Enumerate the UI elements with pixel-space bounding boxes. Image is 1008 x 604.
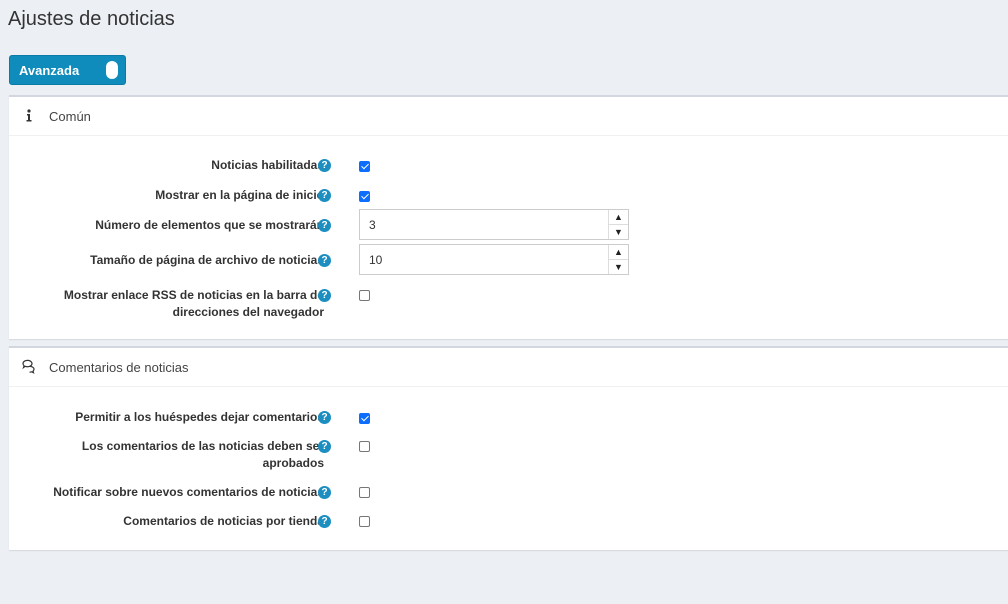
comments-card-header[interactable]: Comentarios de noticias xyxy=(9,348,1008,387)
comments-card: Comentarios de noticias Permitir a los h… xyxy=(9,346,1008,550)
advanced-toggle-label: Avanzada xyxy=(19,63,80,78)
news-enabled-checkbox[interactable] xyxy=(359,161,370,172)
rss-link-checkbox[interactable] xyxy=(359,290,370,301)
help-icon[interactable]: ? xyxy=(318,440,331,453)
comments-approved-checkbox[interactable] xyxy=(359,441,370,452)
setting-label-line: Mostrar enlace RSS de noticias en la bar… xyxy=(63,288,324,302)
common-card-title: Común xyxy=(49,109,91,124)
setting-label: Notificar sobre nuevos comentarios de no… xyxy=(53,485,324,499)
toggle-knob xyxy=(106,61,118,79)
setting-label: Noticias habilitadas xyxy=(211,158,324,172)
comments-per-store-checkbox[interactable] xyxy=(359,516,370,527)
help-icon[interactable]: ? xyxy=(318,254,331,267)
setting-label: Mostrar enlace RSS de noticias en la bar… xyxy=(4,287,324,321)
help-icon[interactable]: ? xyxy=(318,515,331,528)
show-on-home-checkbox[interactable] xyxy=(359,191,370,202)
setting-label-line: direcciones del navegador xyxy=(172,305,324,319)
setting-label: Los comentarios de las noticias deben se… xyxy=(4,438,324,472)
setting-label: Permitir a los huéspedes dejar comentari… xyxy=(75,410,324,424)
setting-label-line: Los comentarios de las noticias deben se… xyxy=(81,439,324,453)
help-icon[interactable]: ? xyxy=(318,219,331,232)
guests-comments-checkbox[interactable] xyxy=(359,413,370,424)
spin-down-icon[interactable]: ▼ xyxy=(609,260,628,274)
spin-up-icon[interactable]: ▲ xyxy=(609,245,628,260)
help-icon[interactable]: ? xyxy=(318,486,331,499)
setting-label-line: aprobados xyxy=(262,456,324,470)
archive-page-size-input[interactable]: 10 ▲ ▼ xyxy=(359,244,629,275)
comments-icon xyxy=(21,359,37,375)
setting-label: Comentarios de noticias por tienda xyxy=(123,514,324,528)
spin-up-icon[interactable]: ▲ xyxy=(609,210,628,225)
common-card-header[interactable]: Común xyxy=(9,97,1008,136)
page-title: Ajustes de noticias xyxy=(8,8,175,30)
setting-label: Tamaño de página de archivo de noticias xyxy=(90,253,324,267)
spin-down-icon[interactable]: ▼ xyxy=(609,225,628,239)
info-icon xyxy=(21,108,37,124)
help-icon[interactable]: ? xyxy=(318,189,331,202)
notify-new-comments-checkbox[interactable] xyxy=(359,487,370,498)
help-icon[interactable]: ? xyxy=(318,289,331,302)
help-icon[interactable]: ? xyxy=(318,159,331,172)
archive-page-size-value: 10 xyxy=(369,253,383,267)
spinner: ▲ ▼ xyxy=(608,245,628,274)
common-card: Común Noticias habilitadas ? Mostrar en … xyxy=(9,95,1008,339)
comments-card-title: Comentarios de noticias xyxy=(49,360,189,375)
advanced-toggle[interactable]: Avanzada xyxy=(9,55,126,85)
items-count-input[interactable]: 3 ▲ ▼ xyxy=(359,209,629,240)
items-count-value: 3 xyxy=(369,218,376,232)
setting-label: Número de elementos que se mostrarán xyxy=(95,218,324,232)
setting-label: Mostrar en la página de inicio xyxy=(155,188,324,202)
help-icon[interactable]: ? xyxy=(318,411,331,424)
spinner: ▲ ▼ xyxy=(608,210,628,239)
